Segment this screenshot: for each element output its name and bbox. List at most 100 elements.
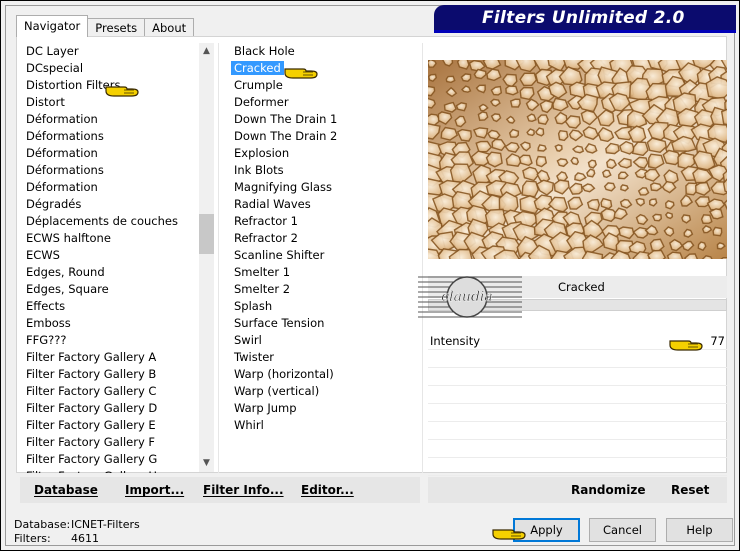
list-divider: [422, 43, 423, 473]
randomize-button[interactable]: Randomize: [571, 483, 645, 497]
filter-list[interactable]: Black Hole Cracked Crumple Deformer Down The…: [230, 43, 410, 473]
filter-item-label: Crumple: [234, 78, 283, 92]
filter-item[interactable]: Warp Jump: [230, 400, 410, 417]
category-item[interactable]: Déformation: [22, 111, 200, 128]
filter-item[interactable]: Scanline Shifter: [230, 247, 410, 264]
status-info: Database: ICNET-Filters Filters: 4611: [14, 518, 140, 546]
filter-item[interactable]: Twister: [230, 349, 410, 366]
crack-cell: [477, 111, 489, 122]
category-item[interactable]: Déplacements de couches: [22, 213, 200, 230]
crack-cell: [537, 144, 547, 152]
category-item[interactable]: Filter Factory Gallery C: [22, 383, 200, 400]
category-item[interactable]: Déformation: [22, 145, 200, 162]
param-row-empty: [428, 440, 727, 458]
database-button[interactable]: Database: [34, 483, 98, 497]
filter-item-label: Warp (vertical): [234, 384, 320, 398]
category-item[interactable]: Effects: [22, 298, 200, 315]
filter-item[interactable]: Ink Blots: [230, 162, 410, 179]
category-item[interactable]: Déformations: [22, 128, 200, 145]
filter-item-label: Warp Jump: [234, 401, 297, 415]
category-scrollbar[interactable]: ▲ ▼: [199, 43, 214, 472]
category-item[interactable]: Filter Factory Gallery B: [22, 366, 200, 383]
filter-item-label: Down The Drain 2: [234, 129, 338, 143]
crack-cell: [700, 214, 713, 225]
filter-item-label: Cracked: [231, 61, 284, 75]
import-button[interactable]: Import...: [125, 483, 184, 497]
param-row-empty: [428, 386, 727, 404]
category-item[interactable]: Filter Factory Gallery D: [22, 400, 200, 417]
filter-item-selected[interactable]: Cracked: [230, 60, 410, 77]
category-item[interactable]: Filter Factory Gallery E: [22, 417, 200, 434]
filter-item[interactable]: Whirl: [230, 417, 410, 434]
filter-info-button[interactable]: Filter Info...: [203, 483, 284, 497]
cancel-button[interactable]: Cancel: [589, 518, 656, 542]
param-row-empty: [428, 458, 727, 476]
filter-item[interactable]: Splash: [230, 298, 410, 315]
scroll-up-icon[interactable]: ▲: [199, 43, 214, 60]
tab-about[interactable]: About: [144, 18, 195, 37]
scroll-down-icon[interactable]: ▼: [199, 455, 214, 472]
category-item[interactable]: ECWS: [22, 247, 200, 264]
filter-item[interactable]: Refractor 1: [230, 213, 410, 230]
filter-item[interactable]: Deformer: [230, 94, 410, 111]
editor-button[interactable]: Editor...: [301, 483, 354, 497]
filter-item-label: Warp (horizontal): [234, 367, 334, 381]
scrollbar-thumb[interactable]: [199, 214, 214, 254]
filter-item[interactable]: Down The Drain 2: [230, 128, 410, 145]
category-item[interactable]: DC Layer: [22, 43, 200, 60]
category-item[interactable]: Dégradés: [22, 196, 200, 213]
crack-cell: [537, 114, 549, 125]
filter-item[interactable]: Crumple: [230, 77, 410, 94]
filter-item[interactable]: Refractor 2: [230, 230, 410, 247]
filter-item[interactable]: Warp (vertical): [230, 383, 410, 400]
crack-cell: [601, 169, 612, 179]
crack-cell: [554, 144, 563, 152]
category-item[interactable]: Filter Factory Gallery F: [22, 434, 200, 451]
filter-item-label: Splash: [234, 299, 273, 313]
filter-item[interactable]: Magnifying Glass: [230, 179, 410, 196]
filter-item[interactable]: Explosion: [230, 145, 410, 162]
filter-item[interactable]: Down The Drain 1: [230, 111, 410, 128]
tab-presets[interactable]: Presets: [87, 18, 146, 37]
category-item[interactable]: Filter Factory Gallery H: [22, 468, 200, 473]
category-item[interactable]: Edges, Round: [22, 264, 200, 281]
category-item[interactable]: Edges, Square: [22, 281, 200, 298]
crack-cell: [626, 109, 648, 129]
filter-item-label: Ink Blots: [234, 163, 284, 177]
category-item[interactable]: FFG???: [22, 332, 200, 349]
category-item[interactable]: Filter Factory Gallery A: [22, 349, 200, 366]
filter-item[interactable]: Smelter 1: [230, 264, 410, 281]
filter-item[interactable]: Warp (horizontal): [230, 366, 410, 383]
crack-cell: [509, 98, 521, 108]
filter-item-label: Swirl: [234, 333, 262, 347]
filter-item-label: Refractor 2: [234, 231, 298, 245]
filter-item[interactable]: Radial Waves: [230, 196, 410, 213]
help-button[interactable]: Help: [666, 518, 733, 542]
category-item[interactable]: Filter Factory Gallery G: [22, 451, 200, 468]
param-label: Intensity: [430, 334, 481, 348]
filter-item[interactable]: Black Hole: [230, 43, 410, 60]
app-title: Filters Unlimited 2.0: [482, 8, 685, 28]
param-value[interactable]: 77: [710, 334, 725, 348]
filter-item[interactable]: Swirl: [230, 332, 410, 349]
crack-cell: [505, 85, 519, 96]
category-item[interactable]: Emboss: [22, 315, 200, 332]
category-list[interactable]: DC Layer DCspecial Distortion Filters Disto…: [22, 43, 200, 473]
filter-preview-image: [428, 60, 727, 259]
param-row-empty: [428, 368, 727, 386]
crack-cell: [475, 140, 493, 153]
category-item[interactable]: ECWS halftone: [22, 230, 200, 247]
category-item[interactable]: Déformations: [22, 162, 200, 179]
category-item[interactable]: DCspecial: [22, 60, 200, 77]
filter-item[interactable]: Smelter 2: [230, 281, 410, 298]
tab-navigator[interactable]: Navigator: [16, 15, 89, 37]
param-row-empty: [428, 422, 727, 440]
reset-button[interactable]: Reset: [671, 483, 709, 497]
filter-item[interactable]: Surface Tension: [230, 315, 410, 332]
filter-item-label: Magnifying Glass: [234, 180, 332, 194]
bottom-toolbar: Database Import... Filter Info... Editor…: [20, 477, 420, 503]
app-title-banner: Filters Unlimited 2.0: [434, 5, 736, 33]
crack-cell: [428, 60, 437, 68]
filter-item-label: Whirl: [234, 418, 264, 432]
category-item[interactable]: Déformation: [22, 179, 200, 196]
